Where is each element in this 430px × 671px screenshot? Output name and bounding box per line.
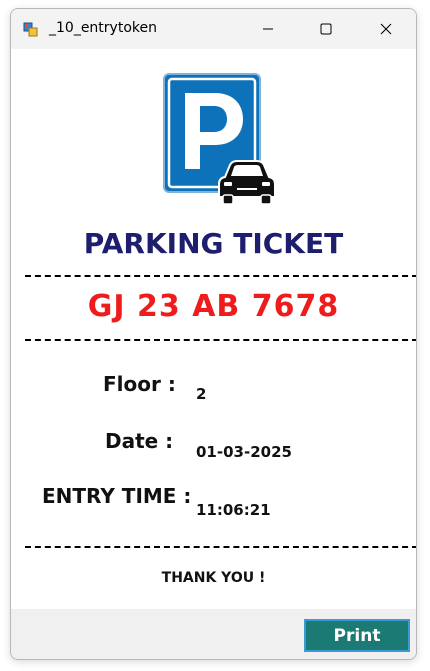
dashed-divider <box>25 546 416 548</box>
minimize-icon <box>262 20 274 39</box>
close-icon <box>380 20 392 39</box>
maximize-button[interactable] <box>303 9 349 49</box>
title-bar[interactable]: _10_entrytoken <box>11 9 416 49</box>
dashed-divider <box>25 275 416 277</box>
floor-label: Floor : <box>103 372 176 396</box>
entry-time-label: ENTRY TIME : <box>42 484 192 508</box>
parking-car-icon <box>163 73 279 207</box>
app-window-icon <box>23 21 39 37</box>
date-label: Date : <box>105 429 174 453</box>
print-button[interactable]: Print <box>304 619 410 652</box>
footer-bar: Print <box>11 609 416 659</box>
maximize-icon <box>320 20 332 39</box>
plate-number: GJ 23 AB 7678 <box>87 289 340 324</box>
thank-you-text: THANK YOU ! <box>161 570 266 586</box>
minimize-button[interactable] <box>245 9 291 49</box>
ticket-panel: PARKING TICKET GJ 23 AB 7678 Floor : 2 D… <box>11 49 416 609</box>
close-button[interactable] <box>363 9 409 49</box>
app-window: _10_entrytoken PARKING TICKET GJ 23 AB 7… <box>10 8 417 660</box>
dashed-divider <box>25 339 416 341</box>
floor-value: 2 <box>196 385 207 403</box>
date-value: 01-03-2025 <box>196 443 292 461</box>
ticket-heading: PARKING TICKET <box>83 227 344 260</box>
window-title: _10_entrytoken <box>49 20 157 36</box>
entry-time-value: 11:06:21 <box>196 501 271 519</box>
